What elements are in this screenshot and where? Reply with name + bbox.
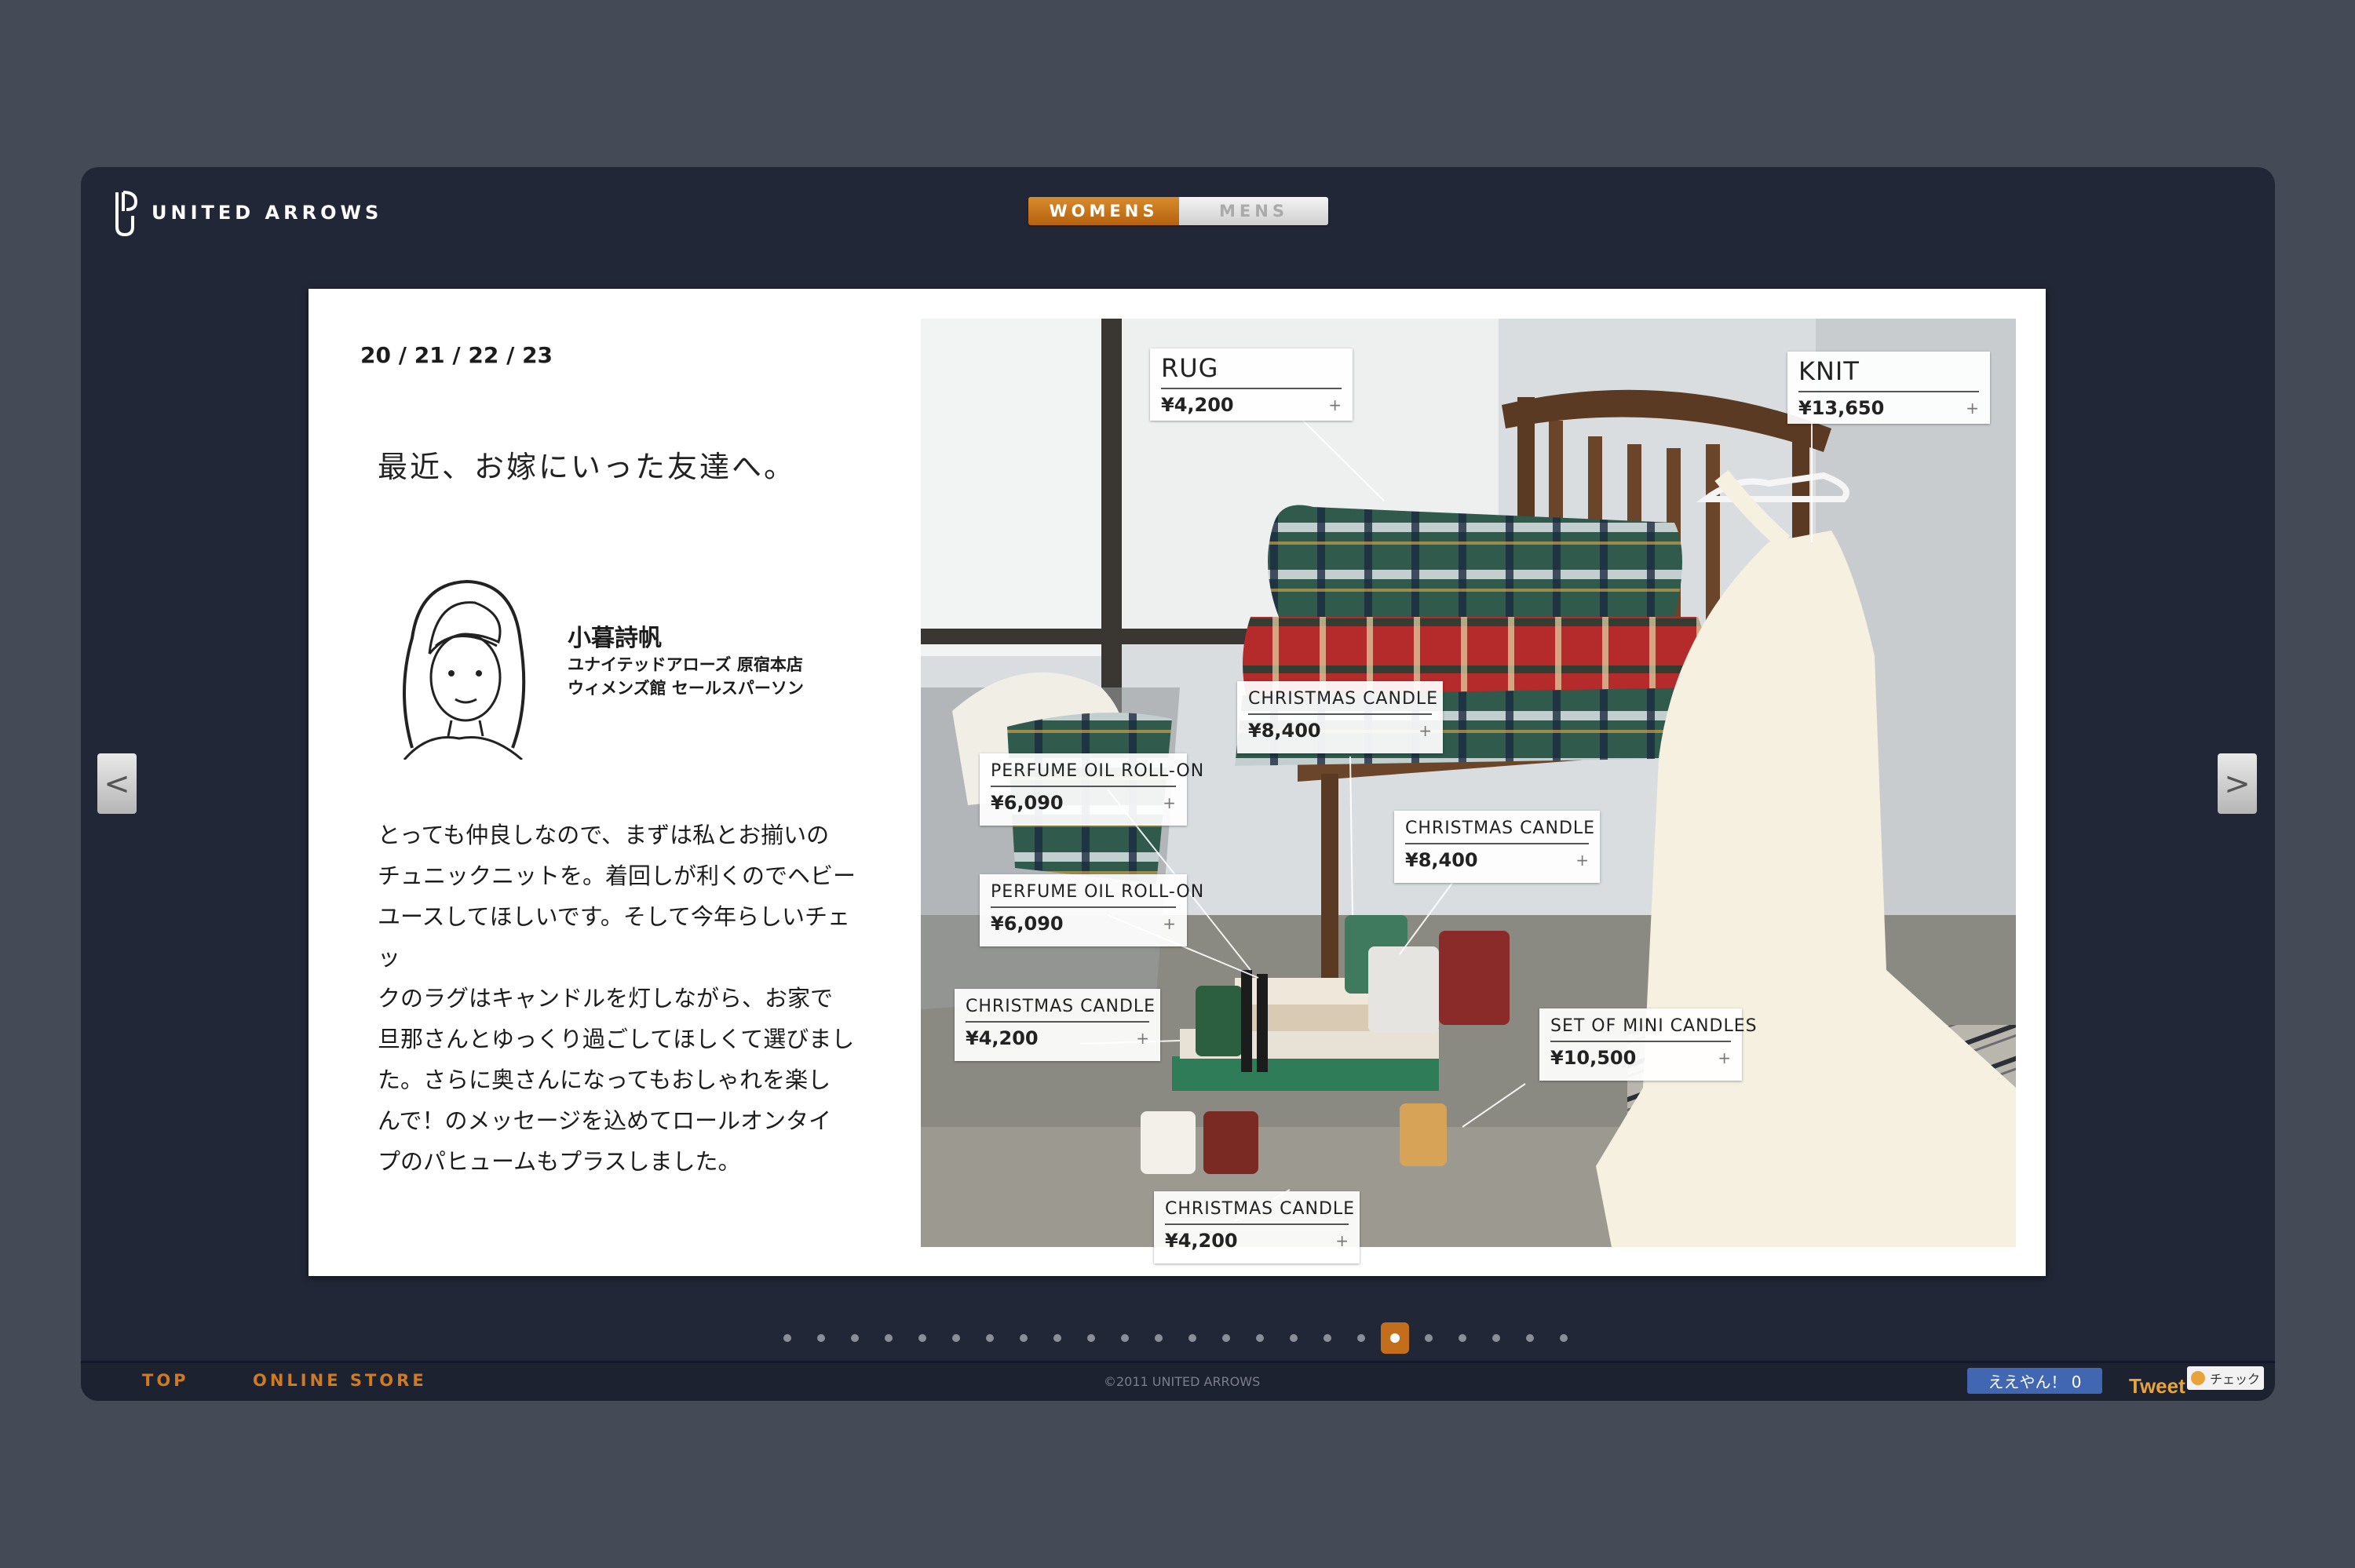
product-tag-christmas-candle-2[interactable]: CHRISTMAS CANDLE ¥8,400 + (1394, 811, 1600, 883)
product-name: RUG (1161, 348, 1342, 389)
page-dot[interactable] (1425, 1334, 1433, 1342)
page-dot[interactable] (1188, 1334, 1196, 1342)
page-dot[interactable] (1560, 1334, 1568, 1342)
brand-logo-icon (115, 191, 138, 237)
page-dot[interactable] (1526, 1334, 1534, 1342)
chevron-left-icon: < (104, 765, 130, 802)
product-tag-christmas-candle-1[interactable]: CHRISTMAS CANDLE ¥8,400 + (1237, 681, 1443, 753)
product-tag-mini-candles[interactable]: SET OF MINI CANDLES ¥10,500 + (1539, 1008, 1757, 1081)
product-name: KNIT (1798, 352, 1979, 392)
tab-mens[interactable]: MENS (1179, 197, 1328, 225)
product-price: ¥4,200 (1161, 394, 1234, 416)
add-icon[interactable]: + (1418, 721, 1432, 740)
message-line: んで！のメッセージを込めてロールオンタイ (378, 1107, 831, 1134)
page-dot[interactable] (783, 1334, 791, 1342)
product-name: SET OF MINI CANDLES (1550, 1008, 1757, 1042)
like-label: ええやん！ 0 (1988, 1373, 2082, 1391)
page-dot[interactable] (1357, 1334, 1365, 1342)
tweet-button[interactable]: Tweet (2129, 1374, 2185, 1398)
add-icon[interactable]: + (1163, 793, 1176, 812)
product-tag-christmas-candle-3[interactable]: CHRISTMAS CANDLE ¥4,200 + (955, 989, 1160, 1061)
gender-toggle: WOMENS MENS (1028, 197, 1328, 225)
copyright: ©2011 UNITED ARROWS (1104, 1374, 1261, 1389)
page-indicator (780, 1322, 1682, 1354)
page-dot[interactable] (1155, 1334, 1163, 1342)
add-icon[interactable]: + (1966, 399, 1979, 418)
brand-name: UNITED ARROWS (152, 202, 383, 224)
product-name: CHRISTMAS CANDLE (966, 989, 1155, 1023)
page-dot[interactable] (1020, 1334, 1028, 1342)
person-name: 小暮詩帆 (568, 625, 662, 652)
check-button[interactable]: チェック (2187, 1366, 2264, 1390)
product-name: CHRISTMAS CANDLE (1165, 1191, 1354, 1225)
product-price: ¥6,090 (991, 792, 1064, 814)
page-dot[interactable] (1290, 1334, 1298, 1342)
add-icon[interactable]: + (1718, 1048, 1731, 1067)
product-price: ¥13,650 (1798, 397, 1885, 419)
tab-womens[interactable]: WOMENS (1028, 197, 1179, 225)
online-store-link[interactable]: ONLINE STORE (253, 1371, 427, 1390)
product-name: CHRISTMAS CANDLE (1405, 811, 1594, 844)
site-frame: UNITED ARROWS WOMENS MENS < > 20 / 21 / … (81, 167, 2275, 1401)
product-tag-rug[interactable]: RUG ¥4,200 + (1150, 348, 1353, 421)
product-price: ¥10,500 (1550, 1047, 1637, 1069)
product-tag-christmas-candle-4[interactable]: CHRISTMAS CANDLE ¥4,200 + (1154, 1191, 1360, 1264)
top-link[interactable]: TOP (142, 1371, 189, 1390)
product-price: ¥6,090 (991, 913, 1064, 935)
article-panel: 20 / 21 / 22 / 23 最近、お嫁にいった友達へ。 小暮詩帆 ユナイ… (309, 289, 2046, 1276)
prev-arrow-button[interactable]: < (97, 753, 137, 814)
add-icon[interactable]: + (1328, 396, 1342, 414)
product-price: ¥4,200 (1165, 1230, 1238, 1252)
page-dot[interactable] (885, 1334, 893, 1342)
add-icon[interactable]: + (1335, 1231, 1349, 1250)
product-price: ¥8,400 (1405, 849, 1478, 871)
person-role-line-2: ウィメンズ館 セールスパーソン (568, 679, 804, 698)
chevron-right-icon: > (2224, 765, 2251, 802)
add-icon[interactable]: + (1575, 851, 1589, 870)
portrait-illustration (403, 579, 526, 760)
product-tag-perfume-oil-1[interactable]: PERFUME OIL ROLL-ON ¥6,090 + (980, 753, 1203, 826)
page-dot-active[interactable] (1381, 1322, 1409, 1354)
page-dot[interactable] (1492, 1334, 1500, 1342)
article-message: とっても仲良しなので、まずは私とお揃いの チュニックニットを。着回しが利くのでヘ… (378, 815, 856, 1182)
product-name: CHRISTMAS CANDLE (1248, 681, 1437, 715)
product-tag-perfume-oil-2[interactable]: PERFUME OIL ROLL-ON ¥6,090 + (980, 874, 1203, 946)
message-line: クのラグはキャンドルを灯しながら、お家で (378, 985, 834, 1012)
article-date: 20 / 21 / 22 / 23 (360, 342, 553, 368)
check-icon (2190, 1371, 2205, 1385)
product-price: ¥8,400 (1248, 720, 1321, 742)
page-dot[interactable] (1087, 1334, 1095, 1342)
page-dot[interactable] (986, 1334, 994, 1342)
add-icon[interactable]: + (1136, 1029, 1149, 1048)
footer: TOP ONLINE STORE ©2011 UNITED ARROWS ええや… (81, 1361, 2275, 1401)
page-dot[interactable] (1053, 1334, 1061, 1342)
message-line: ユースしてほしいです。そして今年らしいチェッ (378, 903, 851, 971)
person-role: ユナイテッドアローズ 原宿本店 ウィメンズ館 セールスパーソン (568, 653, 804, 700)
product-name: PERFUME OIL ROLL-ON (991, 874, 1203, 908)
page-dot[interactable] (1121, 1334, 1129, 1342)
page-dot[interactable] (1324, 1334, 1331, 1342)
product-tag-knit[interactable]: KNIT ¥13,650 + (1787, 352, 1990, 424)
page-dot[interactable] (851, 1334, 859, 1342)
product-price: ¥4,200 (966, 1027, 1039, 1049)
message-line: プのパヒュームもプラスしました。 (378, 1148, 741, 1175)
page-dot[interactable] (1256, 1334, 1264, 1342)
page-dot[interactable] (952, 1334, 960, 1342)
message-line: 旦那さんとゆっくり過ごしてほしくて選びまし (378, 1026, 855, 1052)
check-label: チェック (2209, 1372, 2260, 1387)
brand[interactable]: UNITED ARROWS (112, 188, 382, 238)
next-arrow-button[interactable]: > (2218, 753, 2257, 814)
page-dot[interactable] (918, 1334, 926, 1342)
person-role-line-1: ユナイテッドアローズ 原宿本店 (568, 655, 803, 674)
message-line: とっても仲良しなので、まずは私とお揃いの (378, 822, 830, 848)
product-name: PERFUME OIL ROLL-ON (991, 753, 1203, 787)
facebook-like-button[interactable]: ええやん！ 0 (1967, 1368, 2102, 1394)
page-dot[interactable] (1222, 1334, 1230, 1342)
page-dot[interactable] (1459, 1334, 1466, 1342)
article-headline: 最近、お嫁にいった友達へ。 (378, 450, 797, 484)
page-dot[interactable] (817, 1334, 825, 1342)
message-line: た。さらに奥さんになってもおしゃれを楽し (378, 1067, 831, 1093)
add-icon[interactable]: + (1163, 914, 1176, 933)
message-line: チュニックニットを。着回しが利くのでヘビー (378, 862, 856, 889)
